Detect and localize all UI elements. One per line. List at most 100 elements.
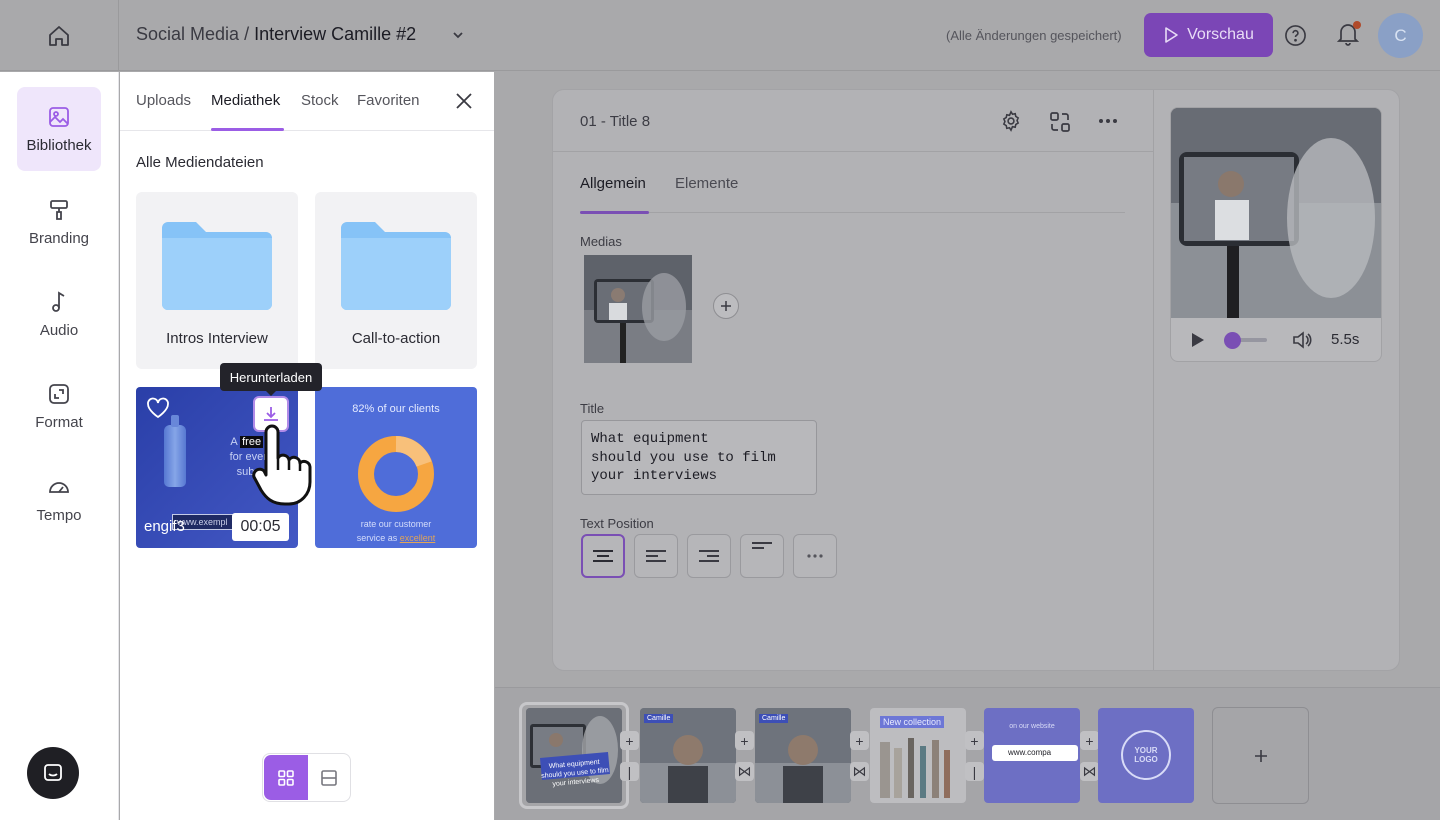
preview-button[interactable]: Vorschau: [1144, 13, 1273, 57]
settings-gear-icon[interactable]: [1000, 110, 1022, 132]
text-align-top-button[interactable]: [740, 534, 784, 578]
project-name[interactable]: Interview Camille #2: [254, 24, 416, 44]
top-bar: Social Media / Interview Camille #2 (All…: [0, 0, 1440, 71]
timeline-clip[interactable]: New collection: [870, 708, 966, 803]
close-icon[interactable]: [454, 91, 474, 111]
text-position-more-button[interactable]: [793, 534, 837, 578]
divider: [580, 212, 1125, 213]
folder-icon: [341, 222, 451, 310]
clip-caption: Camille: [759, 714, 789, 723]
image-icon: [49, 106, 69, 127]
sidebar-item-label: Tempo: [36, 506, 82, 524]
media-thumbnail[interactable]: [584, 255, 692, 363]
progress-knob[interactable]: [1224, 332, 1241, 349]
home-icon: [49, 25, 69, 46]
text-align-right-button[interactable]: [687, 534, 731, 578]
chat-icon: [44, 764, 62, 781]
add-slide-button[interactable]: [1212, 707, 1309, 804]
breadcrumb-folder[interactable]: Social Media: [136, 24, 239, 44]
more-horizontal-icon[interactable]: [1098, 118, 1118, 124]
download-icon: [264, 407, 278, 421]
volume-icon[interactable]: [1292, 331, 1312, 349]
sidebar-item-label: Format: [35, 413, 83, 431]
heart-icon[interactable]: [146, 397, 170, 419]
preview-player: 5.5s: [1170, 107, 1382, 362]
tab-stock[interactable]: Stock: [301, 92, 339, 109]
preview-video[interactable]: [1171, 108, 1381, 318]
logo-placeholder: YOUR LOGO: [1121, 730, 1171, 780]
swap-icon[interactable]: [1048, 110, 1072, 134]
align-top-left-icon: [752, 542, 772, 549]
download-tooltip: Herunterladen: [220, 363, 322, 396]
more-horizontal-icon: [807, 554, 823, 558]
home-button[interactable]: [0, 0, 119, 71]
speedometer-icon: [49, 481, 69, 493]
format-icon: [49, 383, 69, 404]
align-left-icon: [646, 550, 666, 562]
timeline-clip[interactable]: Camille: [640, 708, 736, 803]
folder-card[interactable]: Intros Interview: [136, 192, 298, 369]
donut-chart-graphic: [358, 436, 434, 512]
add-clip-button[interactable]: +: [1080, 731, 1099, 750]
interview-scene-image: [584, 255, 692, 363]
grid-view-button[interactable]: [264, 755, 308, 800]
sidebar-item-format[interactable]: Format: [17, 364, 101, 448]
tab-allgemein[interactable]: Allgemein: [580, 175, 646, 192]
sidebar-item-audio[interactable]: Audio: [17, 272, 101, 356]
text-align-left-button[interactable]: [634, 534, 678, 578]
sidebar-item-bibliothek[interactable]: Bibliothek: [17, 87, 101, 171]
sidebar-item-tempo[interactable]: Tempo: [17, 457, 101, 541]
tab-mediathek[interactable]: Mediathek: [211, 92, 280, 109]
music-note-icon: [52, 290, 65, 312]
sidebar-item-branding[interactable]: Branding: [17, 180, 101, 264]
chevron-down-icon[interactable]: [450, 27, 466, 43]
plus-icon: [721, 301, 731, 311]
grid-icon: [278, 769, 294, 786]
breadcrumb[interactable]: Social Media / Interview Camille #2: [136, 24, 416, 45]
timeline-clip[interactable]: Camille: [755, 708, 851, 803]
chat-support-button[interactable]: [27, 747, 79, 799]
add-media-button[interactable]: [713, 293, 739, 319]
play-icon: [1165, 27, 1178, 43]
plus-icon: [1254, 749, 1267, 762]
list-view-icon: [321, 769, 337, 786]
transition-button[interactable]: |: [620, 762, 639, 781]
clip-caption: New collection: [880, 716, 945, 728]
product-tubes-image: [880, 738, 950, 798]
title-textarea[interactable]: What equipment should you use to film yo…: [581, 420, 817, 495]
timeline-clip[interactable]: What equipment should you use to film yo…: [526, 708, 622, 803]
tab-uploads[interactable]: Uploads: [136, 92, 191, 109]
tab-favoriten[interactable]: Favoriten: [357, 92, 420, 109]
text-align-center-button[interactable]: [581, 534, 625, 578]
folder-icon: [162, 222, 272, 310]
active-tab-indicator: [580, 211, 649, 214]
player-controls: 5.5s: [1171, 318, 1381, 361]
avatar[interactable]: C: [1378, 13, 1423, 58]
transition-button[interactable]: |: [965, 762, 984, 781]
add-clip-button[interactable]: +: [620, 731, 639, 750]
media-headline: 82% of our clients: [352, 403, 440, 415]
section-title: Alle Mediendateien: [136, 154, 264, 171]
add-clip-button[interactable]: +: [965, 731, 984, 750]
add-clip-button[interactable]: +: [850, 731, 869, 750]
help-icon[interactable]: [1284, 24, 1307, 47]
tab-elemente[interactable]: Elemente: [675, 175, 738, 192]
sidebar-item-label: Bibliothek: [26, 136, 92, 154]
view-toggle: [262, 753, 351, 802]
timeline-clip[interactable]: on our website www.compa: [984, 708, 1080, 803]
list-view-button[interactable]: [308, 755, 350, 800]
playback-time: 5.5s: [1331, 331, 1360, 348]
medias-label: Medias: [580, 234, 622, 249]
timeline-clip[interactable]: YOUR LOGO: [1098, 708, 1194, 803]
title-label: Title: [580, 401, 605, 416]
media-footer-text: rate our customer service as excellent: [356, 519, 436, 543]
play-icon[interactable]: [1191, 332, 1205, 348]
transition-button[interactable]: ⋈: [735, 762, 754, 781]
media-card[interactable]: 82% of our clients rate our customer ser…: [315, 387, 477, 548]
transition-button[interactable]: ⋈: [1080, 762, 1099, 781]
preview-button-label: Vorschau: [1187, 26, 1254, 43]
divider: [1153, 90, 1154, 670]
add-clip-button[interactable]: +: [735, 731, 754, 750]
folder-card[interactable]: Call-to-action: [315, 192, 477, 369]
transition-button[interactable]: ⋈: [850, 762, 869, 781]
